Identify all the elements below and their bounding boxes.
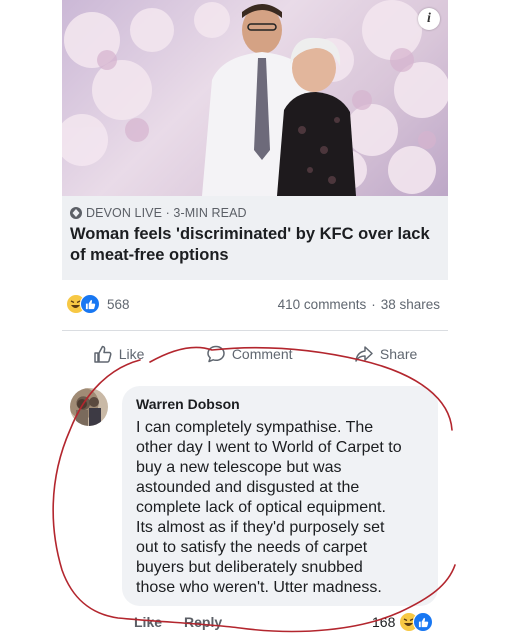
comment-button[interactable]: Comment xyxy=(206,344,293,364)
thumbs-up-icon xyxy=(93,345,112,363)
comment-reaction-icons xyxy=(399,612,437,632)
reaction-icons xyxy=(66,294,102,314)
comment-line: Its almost as if they'd purposely set xyxy=(136,519,385,536)
post-photo-illustration xyxy=(62,0,448,196)
comment-line: astounded and disgusted at the xyxy=(136,479,360,496)
comment-line: buyers but deliberately snubbed xyxy=(136,559,363,576)
like-reaction-icon xyxy=(80,294,100,314)
comment-like-button[interactable]: Like xyxy=(134,614,162,630)
post-action-bar: Like Comment Share xyxy=(62,338,448,370)
share-arrow-icon xyxy=(355,346,373,362)
comment-actions: Like Reply xyxy=(134,614,222,630)
article-source: DEVON LIVE · 3-MIN READ xyxy=(70,206,440,220)
article-headline[interactable]: Woman feels 'discriminated' by KFC over … xyxy=(70,224,440,266)
comment-line: I can completely sympathise. The xyxy=(136,419,374,436)
comment-line: those who weren't. Utter madness. xyxy=(136,579,382,596)
source-globe-icon xyxy=(70,207,82,219)
comment-button-label: Comment xyxy=(231,346,293,362)
like-reaction-icon xyxy=(413,612,434,632)
post-photo[interactable]: i xyxy=(62,0,448,196)
comment-text: I can completely sympathise. The other d… xyxy=(136,418,426,598)
comment-line: other day I went to World of Carpet to xyxy=(136,439,402,456)
comment-line: buy a new telescope but was xyxy=(136,459,342,476)
comment-reply-button[interactable]: Reply xyxy=(184,614,222,630)
link-preview-card[interactable]: DEVON LIVE · 3-MIN READ Woman feels 'dis… xyxy=(62,196,448,280)
comment-bubble-icon xyxy=(207,345,225,363)
stats-divider xyxy=(62,330,448,331)
like-button[interactable]: Like xyxy=(93,344,145,364)
commenter-avatar[interactable] xyxy=(70,388,108,426)
post-stats: 568 410 comments · 38 shares xyxy=(62,292,448,316)
article-source-text: DEVON LIVE · 3-MIN READ xyxy=(86,206,247,220)
comments-count[interactable]: 410 comments xyxy=(278,297,367,312)
comment-line: out to satisfy the needs of carpet xyxy=(136,539,368,556)
comment-line: complete lack of optical equipment. xyxy=(136,499,386,516)
comment-reaction-summary[interactable]: 168 xyxy=(372,612,437,632)
share-button-label: Share xyxy=(379,346,418,362)
engagement-counts: 410 comments · 38 shares xyxy=(278,297,448,312)
reaction-summary[interactable]: 568 xyxy=(62,294,130,314)
share-button[interactable]: Share xyxy=(354,344,417,364)
info-icon[interactable]: i xyxy=(418,8,440,30)
reaction-count: 568 xyxy=(107,296,130,312)
shares-count[interactable]: 38 shares xyxy=(381,297,440,312)
comment-bubble: Warren Dobson I can completely sympathis… xyxy=(122,386,438,606)
like-button-label: Like xyxy=(118,346,145,362)
comment-reaction-count: 168 xyxy=(372,614,396,630)
count-separator: · xyxy=(371,296,376,312)
commenter-name[interactable]: Warren Dobson xyxy=(136,396,426,412)
